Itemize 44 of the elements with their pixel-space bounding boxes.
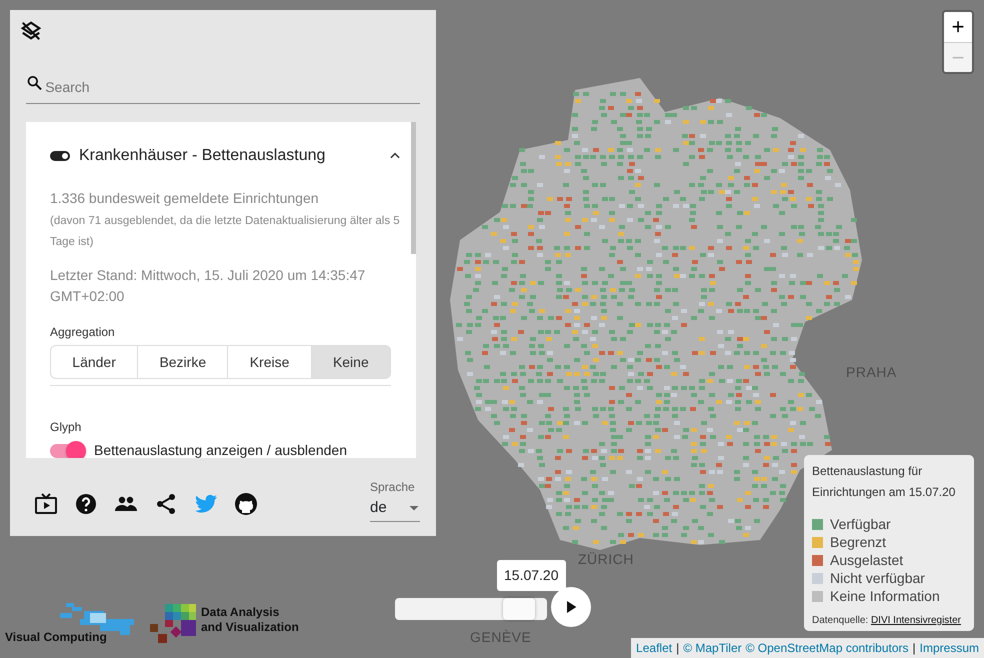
- scrollbar[interactable]: [411, 122, 416, 254]
- cat-logo-icon[interactable]: [234, 492, 258, 516]
- aggregation-tab[interactable]: Keine: [310, 345, 392, 379]
- language-select[interactable]: de: [370, 496, 420, 522]
- aggregation-label: Aggregation: [50, 324, 116, 341]
- logo-text: Data Analysis and Visualization: [201, 605, 300, 635]
- summary-text: 1.336 bundesweit gemeldete Einrichtungen: [50, 189, 320, 208]
- source-label: Datenquelle:: [812, 615, 870, 626]
- layer-title: Krankenhäuser - Bettenauslastung: [79, 146, 326, 166]
- tv-play-icon[interactable]: [34, 492, 58, 516]
- aggregation-tab[interactable]: Länder: [50, 345, 138, 379]
- search-field[interactable]: Search: [43, 77, 420, 98]
- language-label: Sprache: [370, 479, 416, 496]
- layers-off-icon: [20, 20, 42, 42]
- zoom-in-button[interactable]: +: [944, 12, 972, 42]
- glyph-toggle-label: Bettenauslastung anzeigen / ausblenden: [94, 441, 347, 458]
- legend-label: Begrenzt: [830, 533, 886, 551]
- glyph-label: Glyph: [50, 419, 82, 436]
- legend-title: Bettenauslastung für Einrichtungen am 15.07.20: [812, 463, 956, 501]
- legend-label: Ausgelastet: [830, 551, 904, 569]
- aggregation-tab[interactable]: Kreise: [227, 345, 312, 379]
- separator-text: |: [676, 640, 680, 657]
- aggregation-tab[interactable]: Bezirke: [137, 345, 228, 379]
- timeline-handle[interactable]: [503, 598, 535, 620]
- attribution-link[interactable]: © MapTiler: [683, 639, 742, 657]
- glyph-switch[interactable]: [50, 440, 86, 458]
- update-text: Letzter Stand: Mittwoch, 15. Juli 2020 um 14:35:47 GMT+02:00: [50, 266, 366, 306]
- legend-label: Verfügbar: [830, 515, 891, 533]
- attribution-link[interactable]: © OpenStreetMap contributors: [746, 639, 909, 657]
- search-icon: [26, 74, 44, 92]
- share-icon[interactable]: [154, 492, 178, 516]
- attribution-link[interactable]: Leaflet: [636, 639, 672, 657]
- date-tooltip: 15.07.20: [497, 560, 566, 591]
- legend-label: Keine Information: [830, 587, 940, 605]
- note-text: (davon 71 ausgeblendet, da die letzte Datenaktualisierung älter als 5 Tage ist): [50, 214, 401, 250]
- legend-label: Nicht verfügbar: [830, 569, 925, 587]
- help-icon[interactable]: [74, 492, 98, 516]
- layer-toggle[interactable]: [50, 151, 70, 161]
- logo-text: Visual Computing: [5, 630, 107, 645]
- timeline-track[interactable]: [395, 598, 547, 620]
- separator-text: |: [912, 640, 916, 657]
- attribution-link[interactable]: Impressum: [920, 639, 979, 657]
- source-link[interactable]: DIVI Intensivregister: [870, 615, 961, 626]
- mosaic-logo-drawing: [150, 604, 198, 644]
